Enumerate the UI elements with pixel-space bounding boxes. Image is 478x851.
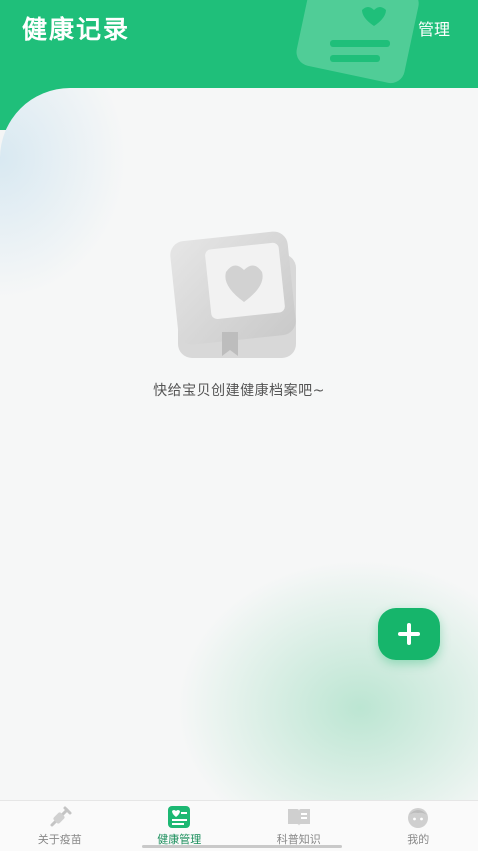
tab-mine-label: 我的 — [407, 831, 429, 847]
add-record-button[interactable] — [378, 608, 440, 660]
plus-icon — [396, 621, 422, 647]
tab-vaccine-label: 关于疫苗 — [38, 831, 82, 847]
page-title: 健康记录 — [22, 10, 130, 46]
health-record-deco-icon — [290, 0, 420, 85]
baby-face-icon — [405, 805, 431, 829]
tab-vaccine[interactable]: 关于疫苗 — [0, 801, 120, 851]
health-record-icon — [166, 805, 192, 829]
tab-health-management[interactable]: 健康管理 — [120, 801, 240, 851]
main-content — [0, 88, 478, 800]
tab-mine[interactable]: 我的 — [359, 801, 478, 851]
tab-bar: 关于疫苗 健康管理 科普知识 我的 — [0, 800, 478, 851]
home-indicator[interactable] — [142, 845, 342, 848]
heart-book-icon — [164, 224, 314, 364]
syringe-icon — [47, 805, 73, 829]
empty-state-message: 快给宝贝创建健康档案吧~ — [0, 380, 478, 400]
tab-science[interactable]: 科普知识 — [239, 801, 359, 851]
manage-button[interactable]: 管理 — [418, 16, 450, 40]
open-book-icon — [286, 805, 312, 829]
